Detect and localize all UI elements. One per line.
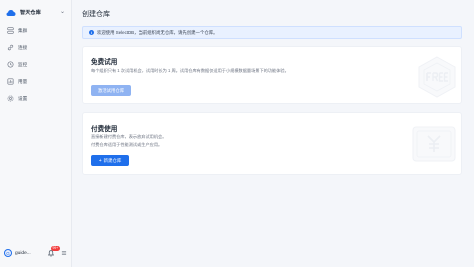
brand[interactable]: 智天仓库 ⌄ bbox=[6, 6, 68, 19]
sidebar-item-link[interactable]: 连接 bbox=[3, 41, 69, 54]
free-trial-card: 免费试用 每个组织只有 1 次试用机会，试用时长为 1 周。试用仓库有数据仅适用… bbox=[82, 46, 462, 104]
notice-text: 欢迎使用 SelectDB，当前组织尚无仓库，请先创建一个仓库。 bbox=[97, 29, 218, 35]
chevron-down-icon[interactable]: ⌄ bbox=[60, 8, 65, 15]
sidebar: 智天仓库 ⌄ 集群 连接 监控 用量 设置 G guide... 99+ bbox=[0, 0, 72, 267]
info-icon: i bbox=[89, 30, 94, 35]
create-warehouse-label: 新建仓库 bbox=[103, 157, 122, 163]
paid-title: 付费使用 bbox=[91, 126, 118, 133]
sidebar-item-monitor[interactable]: 监控 bbox=[3, 58, 69, 71]
sidebar-footer: G guide... 99+ bbox=[4, 246, 68, 259]
settings-icon bbox=[7, 95, 14, 102]
avatar[interactable]: G bbox=[4, 249, 12, 257]
main-content: 创建仓库 i 欢迎使用 SelectDB，当前组织尚无仓库，请先创建一个仓库。 … bbox=[72, 0, 474, 267]
free-trial-desc: 每个组织只有 1 次试用机会，试用时长为 1 周。试用仓库有数据仅适用于小规模数… bbox=[91, 68, 289, 73]
sidebar-item-settings[interactable]: 设置 bbox=[3, 92, 69, 105]
sidebar-item-label: 监控 bbox=[18, 61, 28, 67]
user-name[interactable]: guide... bbox=[15, 251, 31, 256]
sidebar-item-label: 集群 bbox=[18, 27, 28, 33]
info-notice: i 欢迎使用 SelectDB，当前组织尚无仓库，请先创建一个仓库。 bbox=[82, 26, 462, 39]
usage-icon bbox=[7, 78, 14, 85]
free-trial-title: 免费试用 bbox=[91, 59, 118, 66]
create-warehouse-button[interactable]: + 新建仓库 bbox=[91, 155, 129, 166]
paid-desc-line2: 付费仓库适用于性能测试或生产应用。 bbox=[91, 142, 163, 147]
link-icon bbox=[7, 44, 14, 51]
sidebar-item-label: 设置 bbox=[18, 95, 28, 101]
sidebar-nav: 集群 连接 监控 用量 设置 bbox=[3, 24, 69, 109]
paid-card: 付费使用 直接新建付费仓库，表示放弃试用机会。 付费仓库适用于性能测试或生产应用… bbox=[82, 112, 462, 175]
activate-trial-button[interactable]: 激活试用仓库 bbox=[91, 85, 131, 96]
payment-watermark-icon bbox=[412, 126, 456, 162]
cloud-logo-icon bbox=[6, 9, 16, 16]
paid-desc-line1: 直接新建付费仓库，表示放弃试用机会。 bbox=[91, 134, 167, 139]
monitor-icon bbox=[7, 61, 14, 68]
sidebar-item-cluster[interactable]: 集群 bbox=[3, 24, 69, 37]
cluster-icon bbox=[7, 27, 14, 34]
notification-badge: 99+ bbox=[51, 246, 60, 251]
free-watermark-icon bbox=[418, 56, 456, 98]
menu-icon[interactable] bbox=[61, 250, 67, 256]
sidebar-item-usage[interactable]: 用量 bbox=[3, 75, 69, 88]
page-title: 创建仓库 bbox=[82, 11, 110, 18]
sidebar-item-label: 连接 bbox=[18, 44, 28, 50]
brand-name: 智天仓库 bbox=[20, 10, 41, 16]
sidebar-item-label: 用量 bbox=[18, 78, 28, 84]
plus-icon: + bbox=[98, 157, 102, 164]
